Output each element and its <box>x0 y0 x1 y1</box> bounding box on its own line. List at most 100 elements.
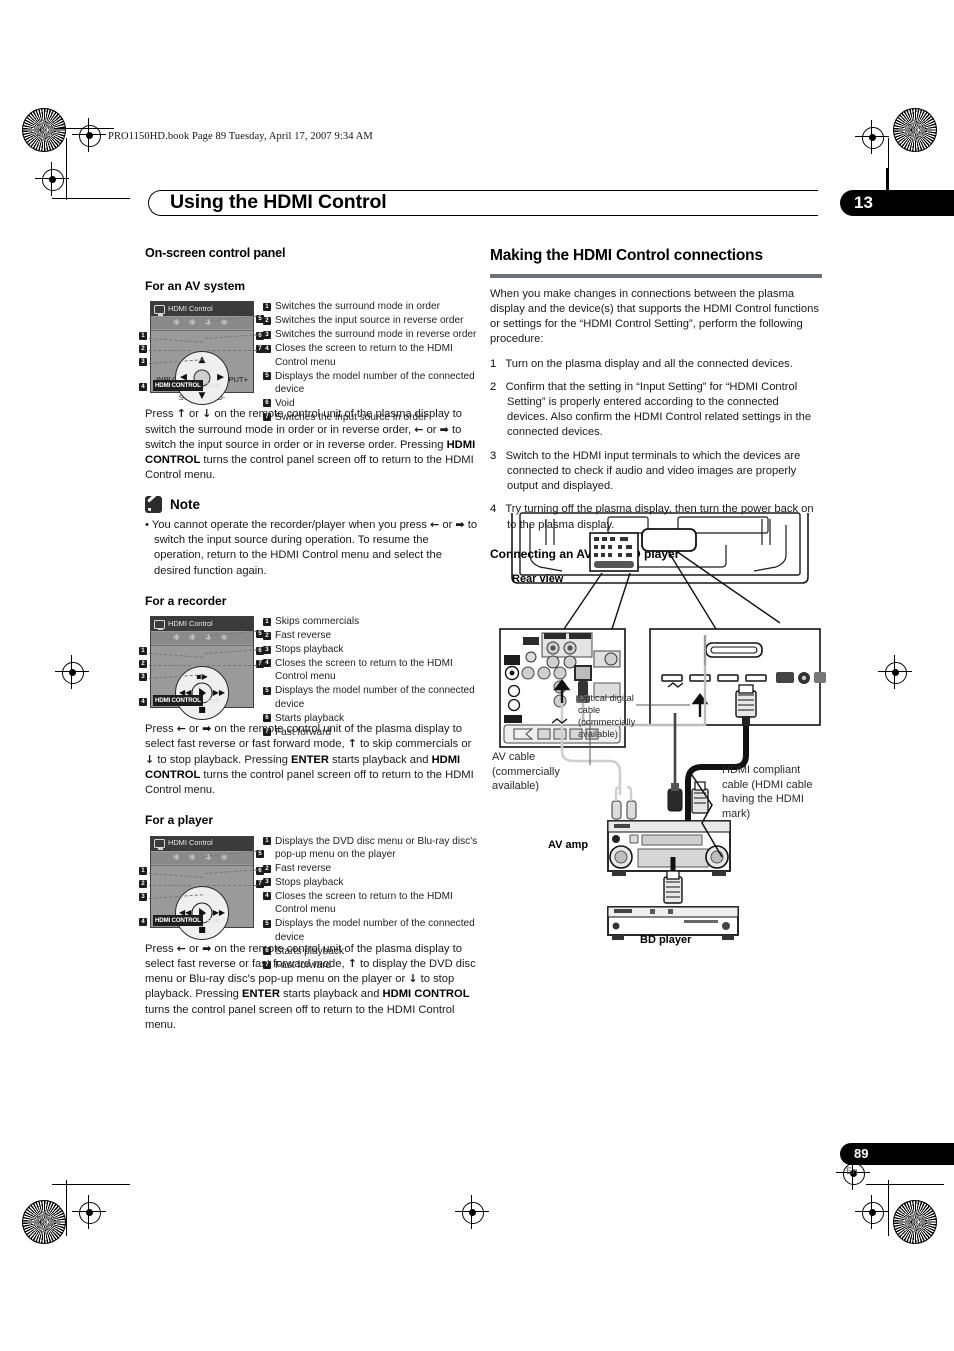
osd-footer: HDMI CONTROL Exit <box>151 694 253 707</box>
callout-item: 4 Closes the screen to return to the HDMI… <box>263 342 479 369</box>
monitor-icon <box>154 304 165 316</box>
callout-item: 1 Displays the DVD disc menu or Blu-ray d… <box>263 835 479 862</box>
callout-number: 5 <box>263 919 271 928</box>
page-title-bar: Using the HDMI Control <box>148 190 818 218</box>
callout-leader-2 <box>149 665 191 667</box>
callout-number: 1 <box>263 837 271 846</box>
callout-text: Stops playback <box>275 876 344 888</box>
osd-footer: HDMI CONTROL Exit <box>151 379 253 392</box>
arrow-up-icon: ▲ <box>198 355 206 366</box>
crop-line-bottom-right-h <box>866 1184 944 1186</box>
file-stamp-rule <box>56 128 114 130</box>
chapter-tick <box>886 168 888 192</box>
av-system-figure: HDMI Control ✻ ✻ ✻ ✻ SURROUND+ INPUT- IN… <box>139 301 480 423</box>
callout-number: 2 <box>263 631 271 640</box>
callout-number: 7 <box>263 728 271 737</box>
callout-text: Fast forward <box>275 726 332 738</box>
connections-intro: When you make changes in connections bet… <box>490 287 819 346</box>
callout-text: Starts playback <box>275 712 345 724</box>
osd-panel-av-system: HDMI Control ✻ ✻ ✻ ✻ SURROUND+ INPUT- IN… <box>150 301 254 406</box>
osd-field: ▪▶ ◀◀ ▶▶ ■ <box>151 645 253 721</box>
monitor-icon <box>154 619 165 631</box>
osd-hdmi-control-button[interactable]: HDMI CONTROL <box>153 695 203 707</box>
step-number: 1 <box>490 357 497 370</box>
osd-footer: HDMI CONTROL Exit <box>151 914 253 927</box>
callout-text: Closes the screen to return to the HDMI … <box>275 890 453 916</box>
callout-item: 2 Switches the input source in reverse or… <box>263 314 479 327</box>
callout-text: Fast reverse <box>275 863 332 875</box>
callout-badge-2: 2 <box>139 660 147 669</box>
callout-leader-7 <box>207 350 257 352</box>
callout-item: 3 Stops playback <box>263 876 479 889</box>
note-block: Note • You cannot operate the recorder/p… <box>145 496 480 579</box>
callout-item: 7 Switches the input source in order <box>263 411 479 424</box>
making-connections-heading: Making the HDMI Control connections <box>490 247 763 264</box>
callout-item: 4 Closes the screen to return to the HDMI… <box>263 657 479 684</box>
page-title: Using the HDMI Control <box>170 191 387 213</box>
registration-mark-top-left <box>72 118 106 152</box>
callout-text: Starts playback <box>275 945 345 957</box>
callout-badge-1: 1 <box>139 647 147 656</box>
registration-mark-right-mid <box>878 655 912 689</box>
callout-item: 3 Switches the surround mode in reverse o… <box>263 328 479 341</box>
osd-title-bar: HDMI Control <box>151 836 253 851</box>
av-cable-label: AV cable (commercially available) <box>492 751 560 793</box>
osd-title: HDMI Control <box>168 618 213 628</box>
callout-leader-2 <box>149 350 191 352</box>
bd-player-label: BD player <box>640 934 692 946</box>
registration-mark-bottom-left <box>72 1195 106 1229</box>
callout-number: 6 <box>263 947 271 956</box>
chapter-number-badge: 13 <box>840 190 954 216</box>
player-figure: HDMI Control ✻ ✻ ✻ ✻ MENU ◀◀ ▶▶ ■ HDMI C… <box>139 835 480 971</box>
monitor-icon <box>154 839 165 850</box>
callout-text: Fast forward <box>275 959 332 971</box>
osd-field: SURROUND+ INPUT- INPUT+ SURROUND- ▲ ▼ ◀ … <box>151 330 253 406</box>
av-system-heading: For an AV system <box>145 279 246 294</box>
crop-line-bottom-left-h <box>52 1184 130 1186</box>
recorder-callout-list: 1 Skips commercials 2 Fast reverse 3 Stops pl… <box>263 615 479 739</box>
callout-badge-3: 3 <box>139 673 147 682</box>
callout-text: Displays the model number of the connect… <box>275 918 475 943</box>
registration-mark-top-right <box>855 120 889 154</box>
step-text: Turn on the plasma display and all the c… <box>505 357 793 370</box>
callout-text: Displays the DVD disc menu or Blu-ray di… <box>275 835 478 861</box>
stop-icon: ■ <box>198 705 206 715</box>
av-system-callout-list: 1 Switches the surround mode in order 2 Swi… <box>263 300 479 424</box>
callout-number: 6 <box>263 714 271 723</box>
callout-badge-2: 2 <box>139 345 147 354</box>
callout-text: Stops playback <box>275 644 344 656</box>
osd-panel-player: HDMI Control ✻ ✻ ✻ ✻ MENU ◀◀ ▶▶ ■ HDMI C… <box>150 835 254 940</box>
osd-hdmi-control-button[interactable]: HDMI CONTROL <box>153 914 203 926</box>
callout-item: 7 Fast forward <box>263 726 479 739</box>
osd-model-placeholder: ✻ ✻ ✻ ✻ <box>151 632 253 645</box>
callout-number: 5 <box>263 372 271 381</box>
procedure-step: 3 Switch to the HDMI input terminals to … <box>490 449 822 495</box>
callout-item: 6 Void <box>263 397 479 410</box>
registration-rosette-top-right <box>893 108 937 152</box>
note-header: Note <box>145 496 480 514</box>
callout-text: Skips commercials <box>275 616 360 628</box>
callout-leader-2 <box>149 884 191 886</box>
osd-exit-label: Exit <box>207 915 220 925</box>
optical-cable-label: Optical digital cable (commercially avai… <box>578 693 636 739</box>
arrow-down-icon: ▼ <box>198 391 206 402</box>
osd-hdmi-control-button[interactable]: HDMI CONTROL <box>153 380 203 392</box>
section-rule <box>490 274 822 278</box>
rear-view-label: Rear view <box>512 573 564 585</box>
callout-item: 6 Starts playback <box>263 945 479 958</box>
registration-mark-bottom-center <box>455 1195 489 1229</box>
recorder-heading: For a recorder <box>145 593 227 608</box>
callout-item: 3 Stops playback <box>263 643 479 656</box>
player-heading: For a player <box>145 813 214 828</box>
callout-text: Fast reverse <box>275 630 332 642</box>
registration-rosette-bottom-right <box>893 1200 937 1244</box>
callout-number: 4 <box>263 892 271 901</box>
callout-item: 1 Skips commercials <box>263 615 479 628</box>
player-callout-list: 1 Displays the DVD disc menu or Blu-ray d… <box>263 835 479 973</box>
step-text: Confirm that the setting in “Input Setti… <box>505 380 812 439</box>
callout-number: 4 <box>263 659 271 668</box>
file-stamp: PRO1150HD.book Page 89 Tuesday, April 17… <box>108 131 373 142</box>
on-screen-control-panel-heading: On-screen control panel <box>145 246 286 260</box>
crop-line-top-left-v <box>66 138 68 200</box>
connection-diagram: Rear view Optical digital cable (commerc… <box>490 505 830 950</box>
